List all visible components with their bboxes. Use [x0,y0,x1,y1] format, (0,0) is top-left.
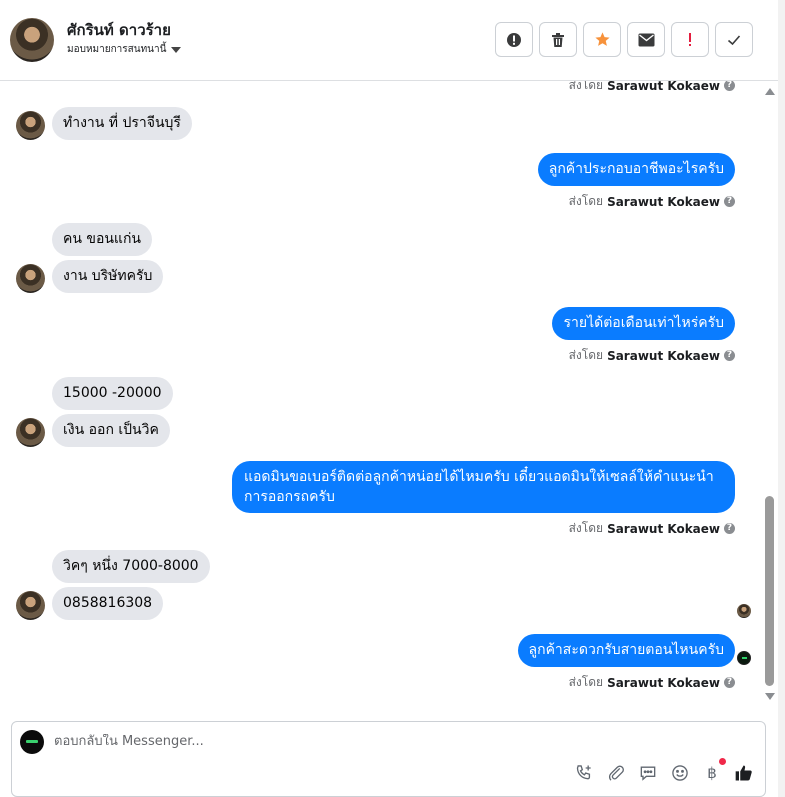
assign-label: มอบหมายการสนทนานี้ [67,44,167,55]
incoming-message[interactable]: ทำงาน ที่ ปราจีนบุรี [52,107,192,140]
paperclip-icon[interactable] [605,762,627,784]
contact-avatar-small[interactable] [16,591,45,620]
agent-name: Sarawut Kokaew [607,521,720,536]
sent-by-meta: ส่งโดย Sarawut Kokaew ? [569,673,735,692]
conversation-header: ศักรินท์ ดาวร้าย มอบหมายการสนทนานี้ [0,0,778,81]
window-edge [778,0,785,797]
baht-symbol: ฿ [707,764,717,782]
sent-by-meta: ส่งโดย Sarawut Kokaew ? [569,192,735,211]
outgoing-message[interactable]: แอดมินขอเบอร์ติดต่อลูกค้าหน่อยได้ไหมครับ… [232,461,735,513]
reply-input[interactable] [54,734,654,749]
agent-name: Sarawut Kokaew [607,81,720,93]
reply-composer: ฿ [11,721,766,797]
sent-by-prefix: ส่งโดย [568,521,604,535]
thumbs-up-icon[interactable] [733,762,755,784]
scrollbar-thumb[interactable] [765,496,774,686]
read-receipt-avatar [737,604,751,618]
delete-button[interactable] [539,22,577,57]
baht-icon[interactable]: ฿ [701,758,726,784]
incoming-message[interactable]: 0858816308 [52,587,164,620]
delivered-receipt-icon [737,651,751,665]
scroll-down-arrow-icon[interactable] [765,693,775,700]
sent-by-prefix: ส่งโดย [568,81,604,92]
mark-unread-button[interactable] [627,22,665,57]
contact-name[interactable]: ศักรินท์ ดาวร้าย [67,18,171,42]
help-icon[interactable]: ? [724,523,735,534]
checkmark-icon [727,34,741,45]
sent-by-prefix: ส่งโดย [568,675,604,689]
message-thread[interactable]: ส่งโดย Sarawut Kokaew ? ทำงาน ที่ ปราจีน… [0,81,762,713]
sent-by-meta: ส่งโดย Sarawut Kokaew ? [569,81,735,95]
agent-name: Sarawut Kokaew [607,194,720,209]
incoming-message[interactable]: วิคๆ หนึ่ง 7000-8000 [52,550,210,583]
star-button[interactable] [583,22,621,57]
saved-replies-icon[interactable] [637,762,659,784]
incoming-message[interactable]: คน ขอนแก่น [52,223,153,256]
page-logo-icon [20,730,44,754]
agent-name: Sarawut Kokaew [607,675,720,690]
caret-down-icon [171,46,182,53]
incoming-message[interactable]: เงิน ออก เป็นวิค [52,414,170,447]
spam-button[interactable] [495,22,533,57]
header-actions [495,22,753,57]
incoming-message[interactable]: 15000 -20000 [52,377,173,410]
trash-icon [552,32,564,47]
sent-by-meta: ส่งโดย Sarawut Kokaew ? [569,519,735,538]
sent-by-meta: ส่งโดย Sarawut Kokaew ? [569,346,735,365]
incoming-message[interactable]: งาน บริษัทครับ [52,260,164,293]
follow-up-button[interactable] [671,22,709,57]
help-icon[interactable]: ? [724,81,735,91]
scroll-up-arrow-icon[interactable] [765,88,775,95]
composer-tools: ฿ [573,758,755,784]
help-icon[interactable]: ? [724,350,735,361]
alert-circle-icon [507,32,521,47]
outgoing-message[interactable]: ลูกค้าประกอบอาชีพอะไรครับ [537,153,735,186]
help-icon[interactable]: ? [724,677,735,688]
outgoing-message[interactable]: รายได้ต่อเดือนเท่าไหร่ครับ [552,307,735,340]
emoji-icon[interactable] [669,762,691,784]
notification-dot [719,758,726,765]
outgoing-message[interactable]: ลูกค้าสะดวกรับสายตอนไหนครับ [517,634,735,667]
help-icon[interactable]: ? [724,196,735,207]
contact-avatar[interactable] [10,18,54,62]
assign-conversation-dropdown[interactable]: มอบหมายการสนทนานี้ [67,42,182,57]
phone-add-icon[interactable] [573,762,595,784]
envelope-icon [638,33,654,46]
contact-avatar-small[interactable] [16,418,45,447]
star-icon [594,32,610,46]
agent-name: Sarawut Kokaew [607,348,720,363]
mark-done-button[interactable] [715,22,753,57]
sent-by-prefix: ส่งโดย [568,348,604,362]
contact-avatar-small[interactable] [16,264,45,293]
sent-by-prefix: ส่งโดย [568,194,604,208]
exclamation-icon [689,32,691,46]
contact-avatar-small[interactable] [16,111,45,140]
